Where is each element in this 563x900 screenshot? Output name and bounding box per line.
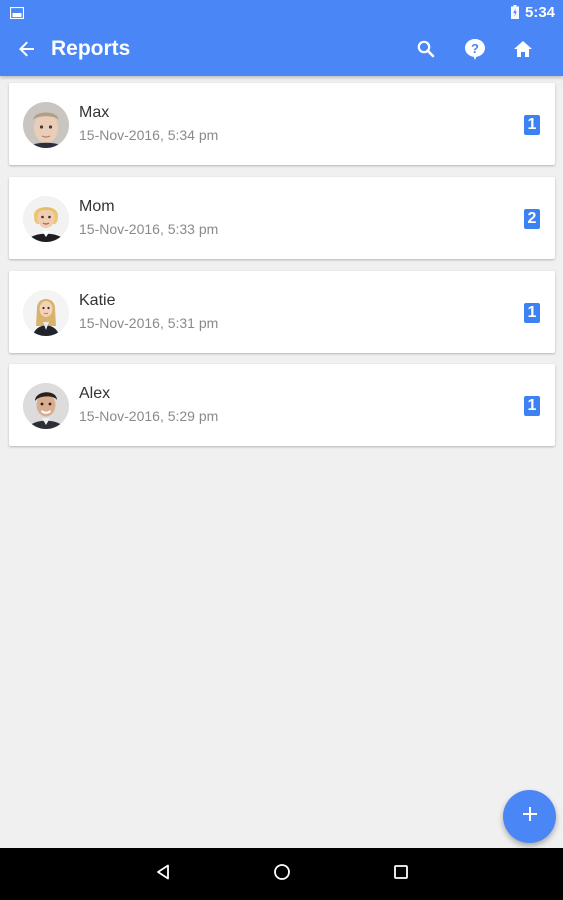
count-badge: 2 — [524, 209, 540, 229]
nav-home-button[interactable] — [270, 862, 294, 886]
report-name: Mom — [79, 198, 115, 215]
count-badge: 1 — [524, 115, 540, 135]
report-name: Max — [79, 104, 110, 121]
battery-charging-icon — [511, 5, 519, 19]
help-button[interactable]: ? — [461, 37, 489, 65]
report-date: 15-Nov-2016, 5:33 pm — [79, 221, 219, 237]
recents-square-icon — [392, 863, 410, 886]
back-triangle-icon — [154, 863, 172, 886]
page-title: Reports — [51, 37, 131, 60]
search-icon — [416, 39, 436, 64]
home-button[interactable] — [509, 37, 537, 65]
app-bar: Reports ? — [0, 25, 563, 76]
plus-icon — [521, 805, 539, 828]
nav-back-button[interactable] — [151, 862, 175, 886]
count-badge: 1 — [524, 396, 540, 416]
report-card-mom[interactable]: Mom 15-Nov-2016, 5:33 pm 2 — [9, 177, 555, 259]
avatar — [23, 383, 69, 429]
back-button[interactable] — [14, 38, 40, 64]
add-report-button[interactable] — [503, 790, 556, 843]
help-icon: ? — [463, 37, 487, 66]
home-icon — [512, 38, 534, 65]
report-date: 15-Nov-2016, 5:31 pm — [79, 315, 219, 331]
image-notification-icon — [9, 6, 25, 20]
nav-recents-button[interactable] — [389, 862, 413, 886]
report-name: Alex — [79, 385, 111, 402]
report-date: 15-Nov-2016, 5:29 pm — [79, 408, 219, 424]
home-circle-icon — [272, 862, 292, 887]
report-card-alex[interactable]: Alex 15-Nov-2016, 5:29 pm 1 — [9, 364, 555, 446]
report-card-max[interactable]: Max 15-Nov-2016, 5:34 pm 1 — [9, 83, 555, 165]
avatar — [23, 290, 69, 336]
avatar — [23, 102, 69, 148]
status-bar: 5:34 — [0, 0, 563, 25]
svg-text:?: ? — [471, 41, 479, 56]
system-nav-bar — [0, 848, 563, 900]
search-button[interactable] — [412, 37, 440, 65]
avatar — [23, 196, 69, 242]
status-time: 5:34 — [525, 4, 556, 21]
report-card-katie[interactable]: Katie 15-Nov-2016, 5:31 pm 1 — [9, 271, 555, 353]
report-name: Katie — [79, 292, 116, 309]
arrow-back-icon — [17, 39, 37, 64]
count-badge: 1 — [524, 303, 540, 323]
report-date: 15-Nov-2016, 5:34 pm — [79, 127, 219, 143]
